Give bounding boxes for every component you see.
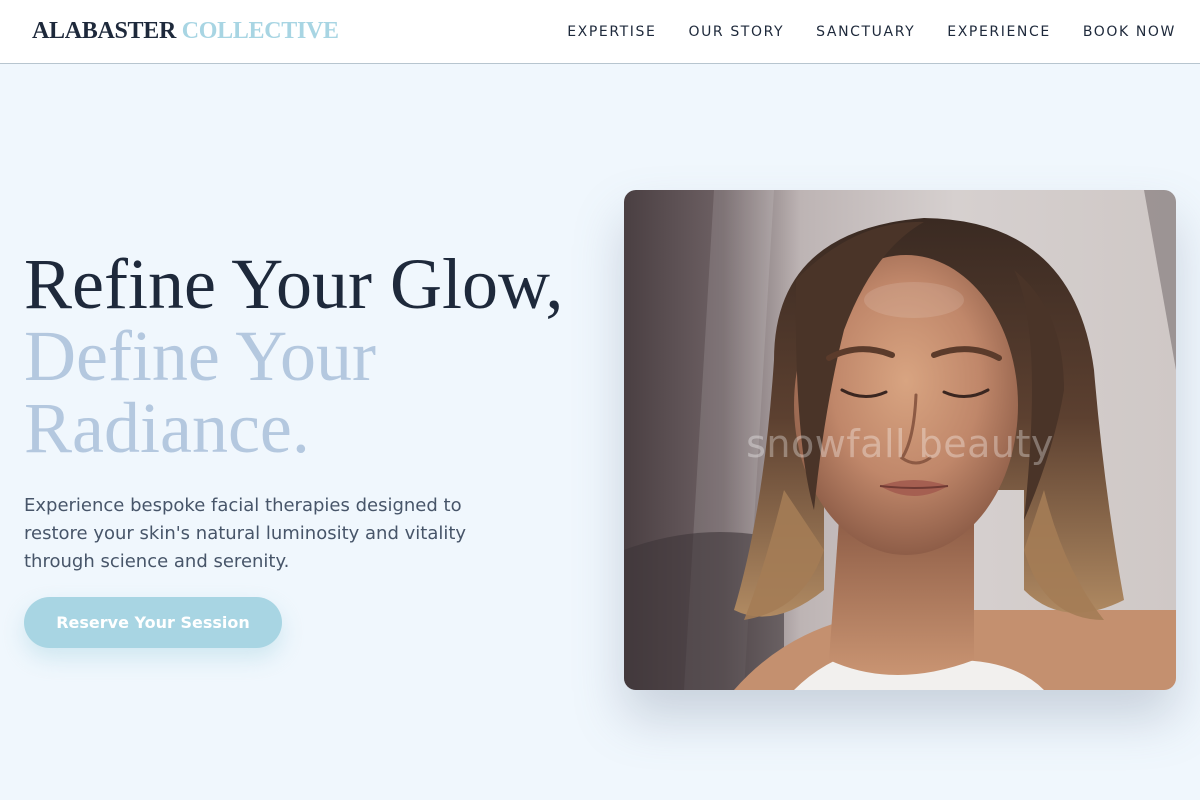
brand-logo[interactable]: ALABASTER COLLECTIVE: [32, 18, 339, 45]
hero-subtitle: Experience bespoke facial therapies desi…: [24, 495, 467, 572]
reserve-session-button[interactable]: Reserve Your Session: [24, 597, 282, 648]
brand-name-primary: ALABASTER: [32, 18, 177, 44]
nav-item-book-now[interactable]: BOOK NOW: [1083, 24, 1176, 40]
hero-section: Refine Your Glow, Define Your Radiance. …: [24, 248, 604, 648]
site-header: ALABASTER COLLECTIVE EXPERTISE OUR STORY…: [0, 0, 1200, 64]
nav-item-sanctuary[interactable]: SANCTUARY: [816, 24, 915, 40]
hero-headline: Refine Your Glow, Define Your Radiance.: [24, 248, 604, 464]
headline-line-1: Refine Your Glow,: [24, 244, 564, 324]
hero-image: snowfall beauty: [624, 190, 1176, 690]
nav-item-experience[interactable]: EXPERIENCE: [947, 24, 1051, 40]
main-nav: EXPERTISE OUR STORY SANCTUARY EXPERIENCE…: [535, 24, 1176, 40]
headline-line-2: Define Your Radiance.: [24, 316, 376, 468]
image-watermark: snowfall beauty: [746, 422, 1054, 466]
brand-name-secondary: COLLECTIVE: [181, 18, 339, 44]
nav-item-expertise[interactable]: EXPERTISE: [567, 24, 656, 40]
nav-item-our-story[interactable]: OUR STORY: [688, 24, 784, 40]
